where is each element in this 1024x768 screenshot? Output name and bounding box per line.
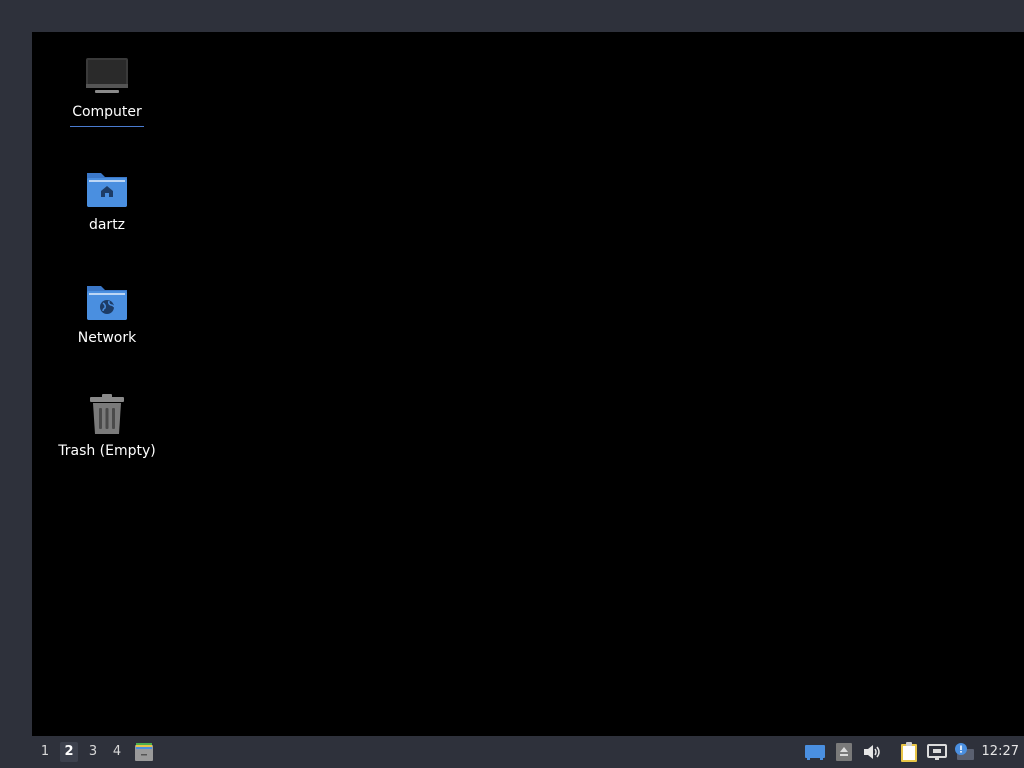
clipboard-icon[interactable] [898, 742, 920, 762]
desktop-icon-trash[interactable]: Trash (Empty) [47, 391, 167, 460]
workspace-4[interactable]: 4 [108, 742, 126, 762]
network-folder-icon [83, 278, 131, 326]
top-frame [0, 0, 1024, 32]
desktop-icon-label: dartz [88, 217, 126, 233]
update-notifier-icon[interactable] [953, 742, 975, 762]
desktop-icon-computer[interactable]: Computer [47, 52, 167, 127]
desktop[interactable]: Computer dartz Network Trash (Empty) [32, 32, 1024, 736]
desktop-icon-label: Trash (Empty) [58, 443, 156, 459]
screen: Computer dartz Network Trash (Empty) 1 2… [0, 0, 1024, 768]
left-frame [0, 32, 32, 736]
desktop-icon-label: Computer [70, 104, 144, 127]
workspace-2[interactable]: 2 [60, 742, 78, 762]
computer-icon [83, 52, 131, 100]
clock[interactable]: 12:27 [982, 742, 1019, 762]
desktop-icon-home[interactable]: dartz [47, 165, 167, 234]
workspace-1[interactable]: 1 [36, 742, 54, 762]
home-folder-icon [83, 165, 131, 213]
taskbar: 1 2 3 4 12:27 [0, 736, 1024, 768]
network-wired-icon[interactable] [926, 742, 948, 762]
workspace-3[interactable]: 3 [84, 742, 102, 762]
trash-icon [83, 391, 131, 439]
desktop-icon-network[interactable]: Network [47, 278, 167, 347]
volume-icon[interactable] [862, 742, 882, 762]
file-manager-icon[interactable] [133, 742, 155, 762]
show-desktop-icon[interactable] [804, 742, 826, 762]
eject-icon[interactable] [834, 742, 854, 762]
desktop-icon-label: Network [77, 330, 137, 346]
